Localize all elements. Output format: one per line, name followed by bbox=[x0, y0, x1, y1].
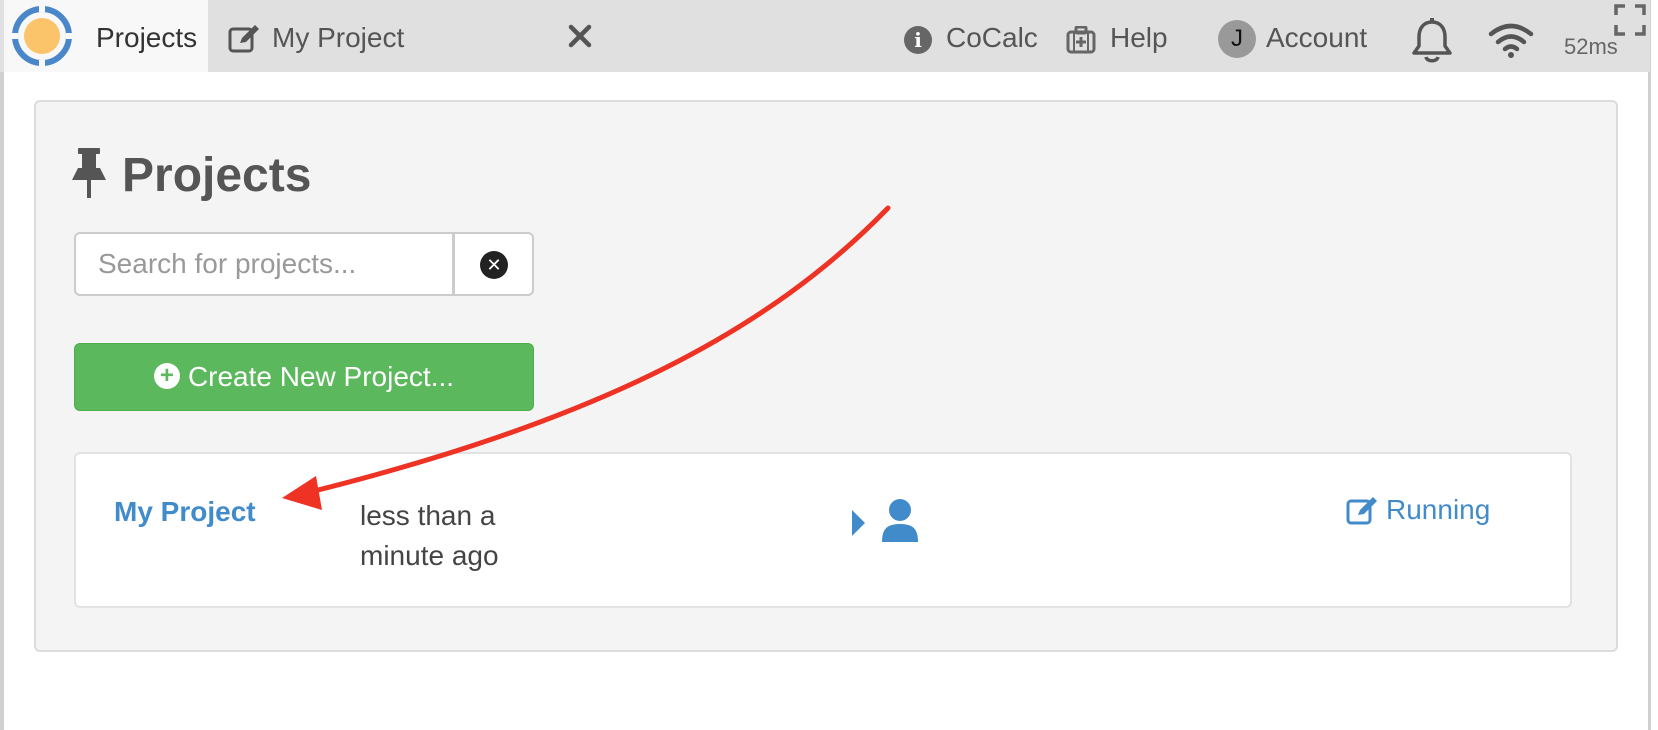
project-status-label: Running bbox=[1386, 494, 1491, 525]
nav-help[interactable]: Help bbox=[1110, 22, 1168, 54]
medkit-icon bbox=[1066, 26, 1096, 54]
nav-cocalc[interactable]: CoCalc bbox=[946, 22, 1038, 54]
latency-readout: 52ms bbox=[1564, 34, 1618, 59]
wifi-icon bbox=[1488, 23, 1534, 58]
tab-my-project[interactable]: My Project bbox=[208, 0, 600, 72]
pin-icon bbox=[72, 148, 106, 198]
project-last-edited: less than a minute ago bbox=[360, 500, 499, 571]
plus-circle-icon: + bbox=[153, 362, 180, 389]
nav-account[interactable]: Account bbox=[1266, 22, 1367, 54]
info-icon: i bbox=[904, 26, 932, 54]
avatar[interactable]: J bbox=[1218, 20, 1256, 58]
top-nav-bar: Projects My Project i CoCalc Help J Acco… bbox=[0, 0, 1650, 72]
window-left-border bbox=[0, 0, 4, 730]
project-title-link[interactable]: My Project bbox=[114, 496, 256, 528]
tab-my-project-label: My Project bbox=[272, 22, 405, 53]
tab-projects[interactable]: Projects bbox=[4, 0, 208, 72]
collaborators-toggle-caret[interactable] bbox=[852, 510, 865, 536]
search-input[interactable] bbox=[74, 232, 454, 296]
edit-icon bbox=[1346, 497, 1377, 525]
times-circle-icon: ✕ bbox=[480, 251, 508, 279]
bell-icon[interactable] bbox=[1410, 18, 1454, 64]
project-row[interactable] bbox=[74, 452, 1572, 608]
window-right-border bbox=[1648, 0, 1651, 730]
tab-projects-label: Projects bbox=[96, 22, 198, 53]
edit-icon bbox=[228, 25, 259, 53]
page-title: Projects bbox=[122, 149, 312, 202]
cocalc-logo-icon[interactable] bbox=[10, 4, 74, 68]
create-project-label: Create New Project... bbox=[187, 361, 455, 392]
close-icon[interactable] bbox=[564, 20, 596, 52]
create-project-button[interactable]: + Create New Project... bbox=[74, 343, 534, 411]
user-icon[interactable] bbox=[880, 498, 920, 544]
fullscreen-icon[interactable] bbox=[1614, 4, 1646, 36]
search-clear-button[interactable]: ✕ bbox=[454, 232, 534, 296]
